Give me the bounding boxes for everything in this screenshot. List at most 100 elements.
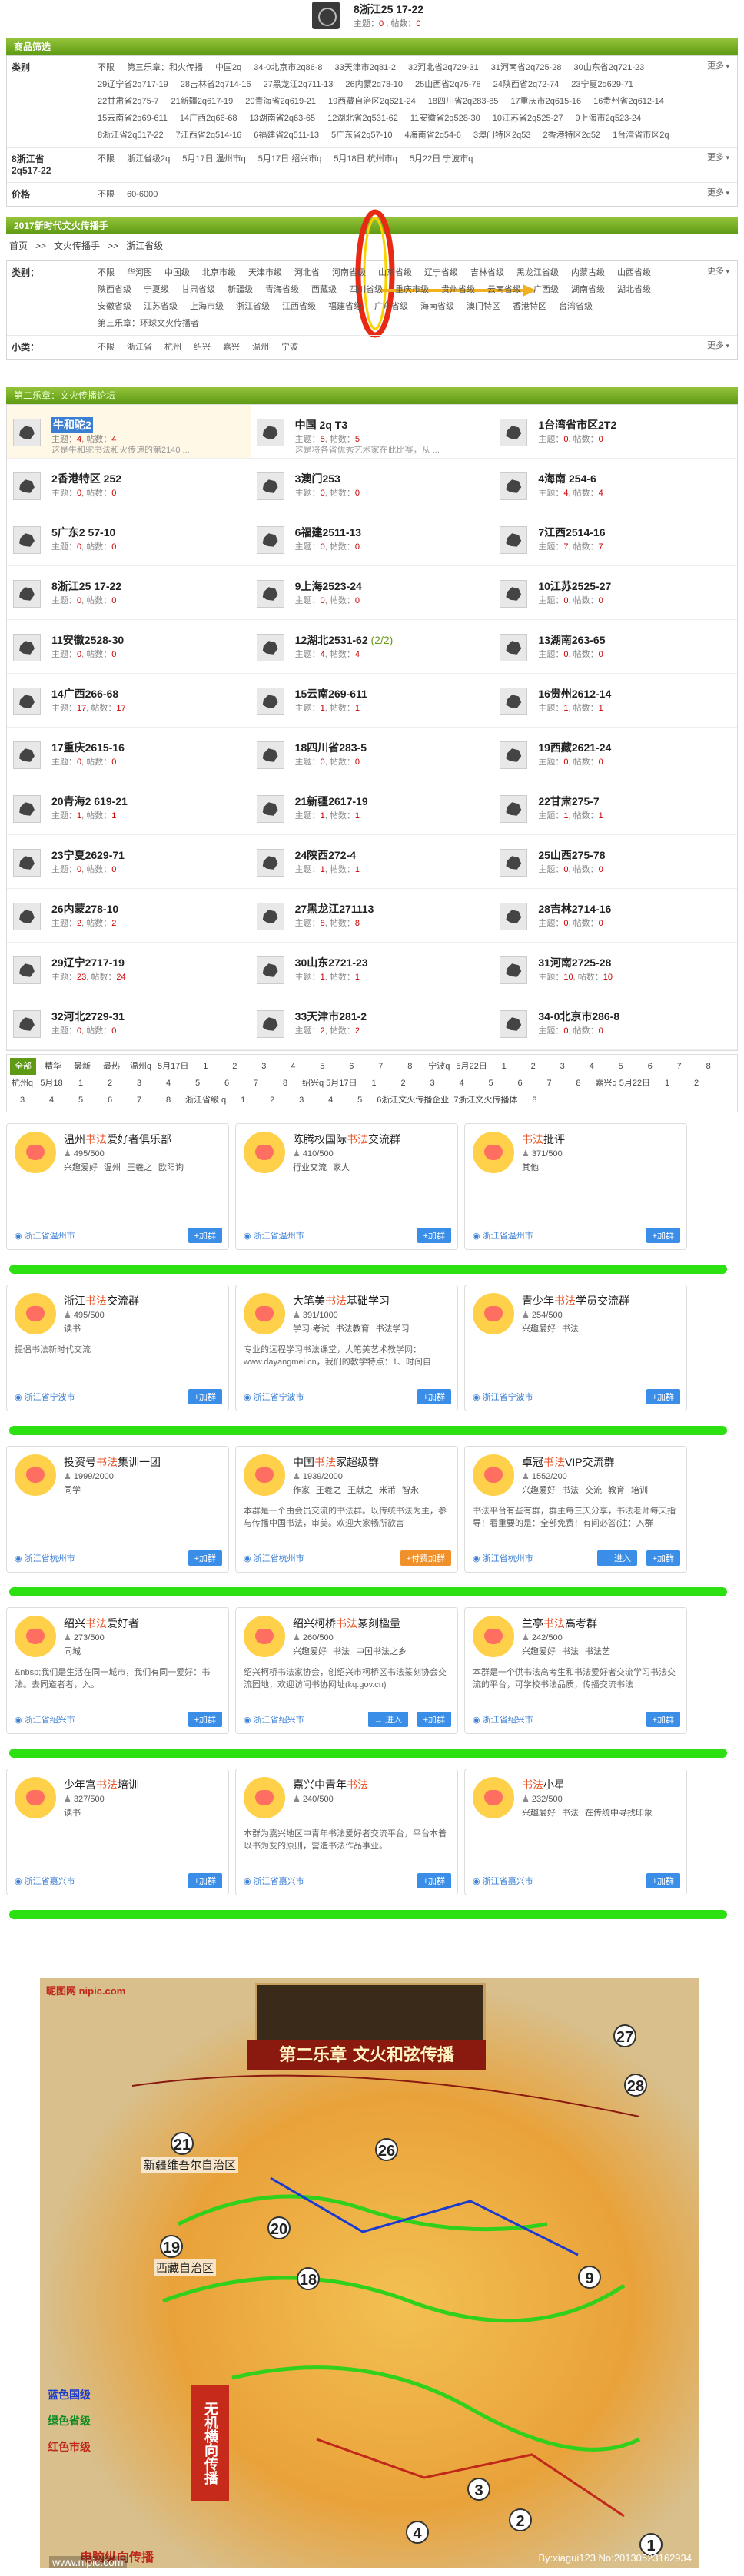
group-location[interactable]: 浙江省嘉兴市: [244, 1875, 304, 1887]
filter-category-option[interactable]: 17重庆市2q615-16: [510, 93, 581, 110]
group-location[interactable]: 浙江省杭州市: [15, 1552, 75, 1564]
forum-name[interactable]: 6福建2511-13: [295, 525, 361, 540]
filter-category-option[interactable]: 8浙江省2q517-22: [98, 127, 164, 144]
filter-tab[interactable]: 1: [362, 1075, 387, 1092]
filter-tab[interactable]: 2: [391, 1075, 416, 1092]
filter2-category-option[interactable]: 河南省级: [332, 264, 366, 281]
group-location[interactable]: 浙江省绍兴市: [473, 1713, 533, 1726]
filter-tab[interactable]: 3: [289, 1092, 314, 1109]
filter-tab[interactable]: 4: [39, 1092, 64, 1109]
filter2-category-option[interactable]: 安徽省级: [98, 298, 131, 315]
group-card[interactable]: 卓冠书法VIP交流群1552/200 兴趣爱好书法交流教育培训书法平台有些有群，群…: [464, 1446, 687, 1573]
group-card[interactable]: 绍兴柯桥书法篆刻楹量 260/500 兴趣爱好书法中国书法之乡绍兴柯桥书法家协会，创…: [235, 1607, 458, 1734]
join-group-button[interactable]: +加群: [188, 1389, 222, 1404]
forum-name[interactable]: 24陕西272-4: [295, 847, 356, 863]
filter2-category-option[interactable]: 重庆市级: [395, 281, 429, 298]
filter2-category-option[interactable]: 山东省级: [378, 264, 412, 281]
group-location[interactable]: 浙江省宁波市: [15, 1391, 75, 1403]
forum-name[interactable]: 5广东2 57-10: [51, 525, 115, 540]
group-name[interactable]: 绍兴书法爱好者: [64, 1616, 139, 1631]
forum-name[interactable]: 21新疆2617-19: [295, 794, 368, 809]
group-card[interactable]: 兰亭书法高考群 242/500 兴趣爱好书法书法艺本群是一个供书法高考生和书法爱好者…: [464, 1607, 687, 1734]
forum-name[interactable]: 27黑龙江271113: [295, 901, 374, 917]
filter2-category-option[interactable]: 广东省级: [374, 298, 408, 315]
filter2-category-option[interactable]: 云南省级: [487, 281, 521, 298]
filter2-sub-option[interactable]: 不限: [98, 339, 115, 356]
forum-item[interactable]: 中国 2q T3 主题：5, 帖数：5 这是将各省优秀艺术家在此比赛，从 ...: [250, 405, 494, 459]
filter-category-option[interactable]: 16贵州省2q612-14: [593, 93, 664, 110]
group-location[interactable]: 浙江省宁波市: [473, 1391, 533, 1403]
filter2-category-option[interactable]: 不限: [98, 264, 115, 281]
filter-tab[interactable]: 1: [68, 1075, 93, 1092]
forum-item[interactable]: 25山西275-78 主题：0, 帖数：0: [493, 835, 737, 889]
filter2-category-option[interactable]: 广西级: [533, 281, 559, 298]
forum-name[interactable]: 30山东2721-23: [295, 955, 368, 970]
forum-name[interactable]: 29辽宁2717-19: [51, 955, 125, 970]
filter-category-option[interactable]: 第三乐章：和火传播: [127, 59, 203, 76]
filter-category-option[interactable]: 21新疆2q617-19: [171, 93, 234, 110]
join-group-button[interactable]: +加群: [417, 1389, 451, 1404]
group-card[interactable]: 少年宫书法培训 327/500 读书浙江省嘉兴市 +加群: [6, 1769, 229, 1895]
filter2-category-option[interactable]: 华河图: [127, 264, 152, 281]
forum-name[interactable]: 26内蒙278-10: [51, 901, 118, 917]
enter-group-button[interactable]: 进入: [367, 1712, 408, 1727]
filter-category-option[interactable]: 26内蒙2q78-10: [345, 76, 403, 93]
group-name[interactable]: 绍兴柯桥书法篆刻楹量: [293, 1616, 400, 1631]
forum-name[interactable]: 23宁夏2629-71: [51, 847, 125, 863]
filter-tab[interactable]: 2: [684, 1075, 709, 1092]
filter-category-option[interactable]: 25山西省2q75-78: [415, 76, 481, 93]
filter2-category-option[interactable]: 第三乐章：环球文火传播者: [98, 315, 199, 332]
filter-category-option[interactable]: 7江西省2q514-16: [176, 127, 242, 144]
forum-item[interactable]: 23宁夏2629-71 主题：0, 帖数：0: [7, 835, 251, 889]
filter-tab[interactable]: 6: [638, 1058, 663, 1075]
filter-tab[interactable]: 最新: [70, 1058, 95, 1075]
group-name[interactable]: 投资号书法集训一团: [64, 1454, 161, 1470]
enter-group-button[interactable]: 进入: [596, 1550, 637, 1566]
filter-tab[interactable]: 4: [156, 1075, 181, 1092]
group-location[interactable]: 浙江省杭州市: [473, 1552, 533, 1564]
filter-category-option[interactable]: 不限: [98, 59, 115, 76]
filter-category-option[interactable]: 12湖北省2q531-62: [327, 110, 398, 127]
filter-tab[interactable]: 5月18: [39, 1075, 64, 1092]
group-name[interactable]: 兰亭书法高考群: [522, 1616, 597, 1631]
join-group-button[interactable]: +加群: [646, 1712, 680, 1727]
breadcrumb-link[interactable]: 文火传播手: [54, 240, 100, 251]
filter-tab[interactable]: 4: [281, 1058, 305, 1075]
filter-tab[interactable]: 5月22日: [456, 1058, 487, 1075]
group-name[interactable]: 中国书法家超级群: [293, 1454, 379, 1470]
group-card[interactable]: 温州书法爱好者俱乐部 495/500 兴趣爱好温州王羲之欧阳询浙江省温州市 +加群: [6, 1123, 229, 1250]
filter-category-option[interactable]: 31河南省2q725-28: [491, 59, 562, 76]
filter2-category-more[interactable]: 更多: [707, 264, 729, 277]
group-card[interactable]: 书法小星 232/500 兴趣爱好书法在传统中寻找印象浙江省嘉兴市 +加群: [464, 1769, 687, 1895]
filter2-category-option[interactable]: 山西省级: [617, 264, 651, 281]
filter-category-option[interactable]: 29辽宁省2q717-19: [98, 76, 168, 93]
filter-tab[interactable]: 6: [508, 1075, 533, 1092]
filter-tab[interactable]: 2: [260, 1092, 284, 1109]
filter-category-option[interactable]: 33天津市2q81-2: [335, 59, 397, 76]
filter-tab[interactable]: 5月17日: [158, 1058, 188, 1075]
filter-tab[interactable]: 6浙江文火传播企业: [377, 1092, 449, 1109]
filter-category-option[interactable]: 1台湾省市区2q: [613, 127, 669, 144]
filter2-category-option[interactable]: 天津市级: [248, 264, 282, 281]
forum-name[interactable]: 12湖北2531-62 (2/2): [295, 632, 394, 648]
filter2-category-option[interactable]: 新疆级: [228, 281, 253, 298]
forum-item[interactable]: 6福建2511-13 主题：0, 帖数：0: [250, 512, 494, 566]
forum-item[interactable]: 31河南2725-28 主题：10, 帖数：10: [493, 943, 737, 996]
filter-tab[interactable]: 1: [492, 1058, 516, 1075]
filter-tab[interactable]: 5: [310, 1058, 334, 1075]
filter-category-option[interactable]: 18四川省2q283-85: [428, 93, 499, 110]
forum-item[interactable]: 34-0北京市286-8 主题：0, 帖数：0: [493, 996, 737, 1050]
filter-date-option[interactable]: 5月17日 温州市q: [182, 151, 246, 167]
forum-name[interactable]: 11安徽2528-30: [51, 632, 124, 648]
filter-date-option[interactable]: 5月17日 绍兴市q: [258, 151, 322, 167]
forum-item[interactable]: 8浙江25 17-22 主题：0, 帖数：0: [7, 566, 251, 620]
forum-name[interactable]: 2香港特区 252: [51, 471, 121, 486]
filter2-category-option[interactable]: 湖北省级: [617, 281, 651, 298]
filter2-category-option[interactable]: 海南省级: [420, 298, 454, 315]
filter-tab[interactable]: 3: [251, 1058, 276, 1075]
filter-tab[interactable]: 嘉兴q 5月22日: [596, 1075, 651, 1092]
group-name[interactable]: 浙江书法交流群: [64, 1293, 139, 1308]
filter2-category-option[interactable]: 江西省级: [282, 298, 316, 315]
filter-tab[interactable]: 8: [397, 1058, 422, 1075]
filter-date-option[interactable]: 不限: [98, 151, 115, 167]
